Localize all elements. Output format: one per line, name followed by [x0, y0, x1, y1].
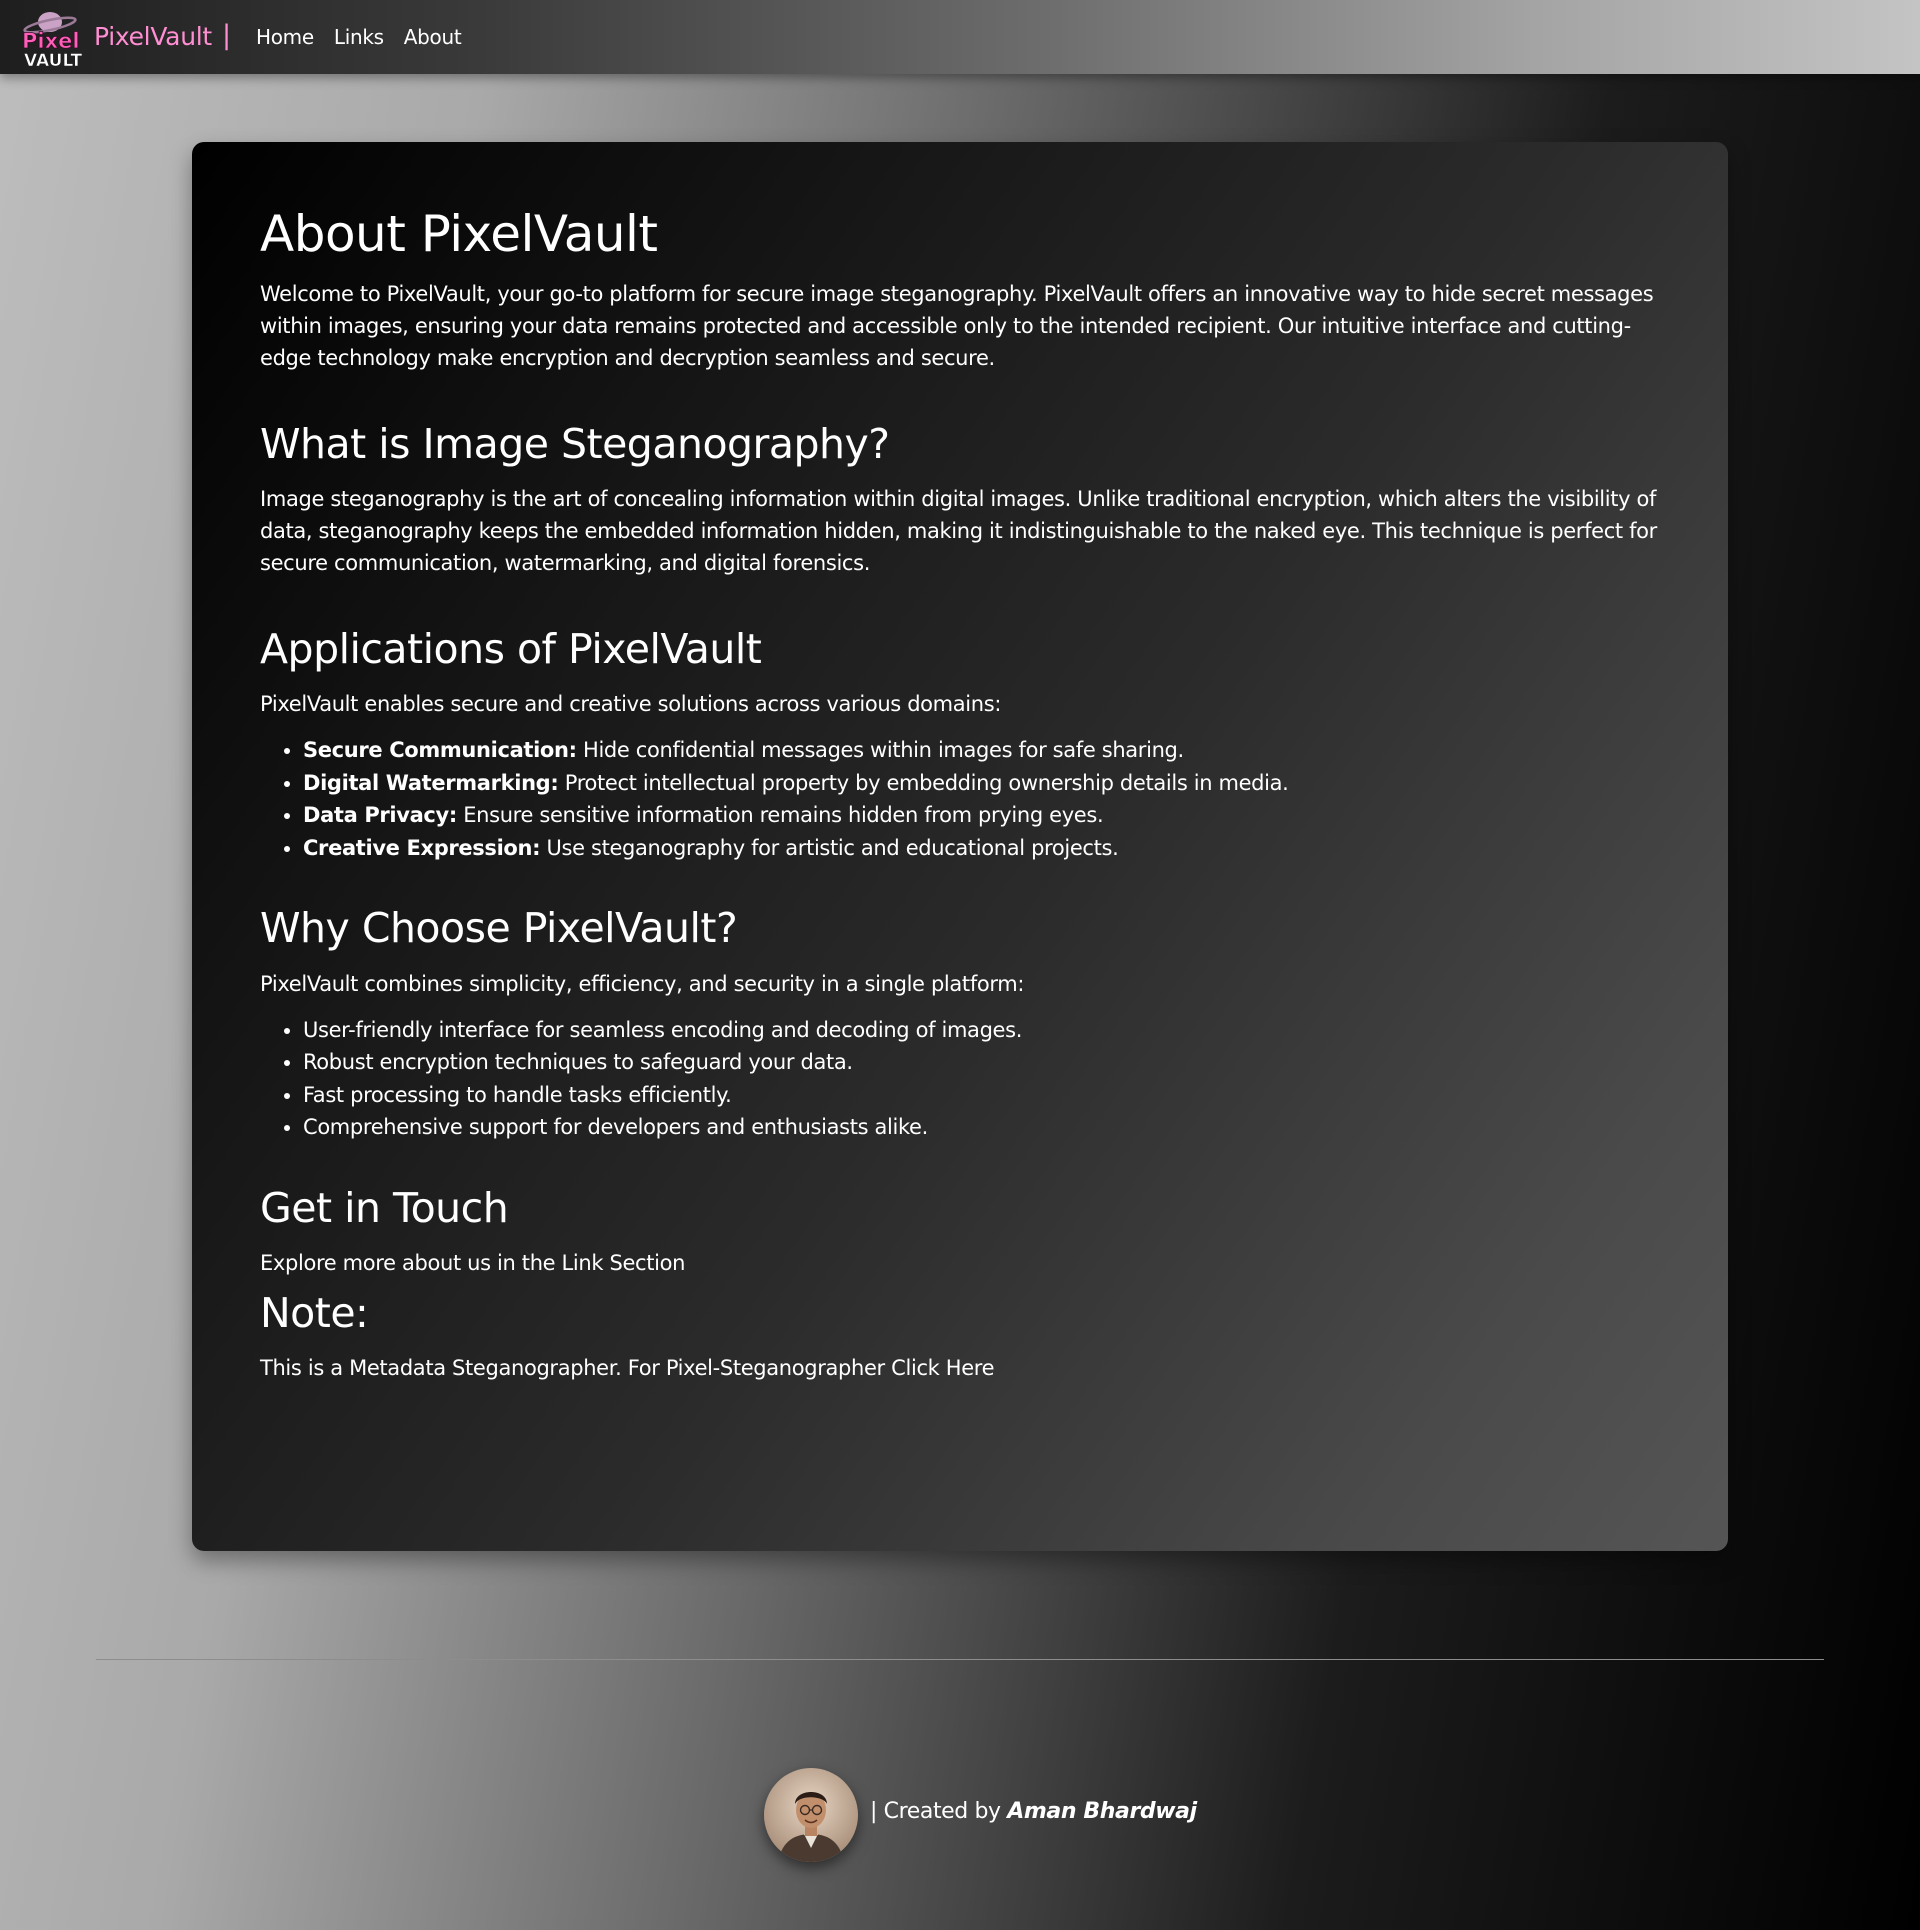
list-item: Fast processing to handle tasks efficien…: [303, 1079, 1662, 1112]
list-item-text: Protect intellectual property by embeddi…: [558, 770, 1289, 795]
list-item: Robust encryption techniques to safeguar…: [303, 1046, 1662, 1079]
about-card: About PixelVault Welcome to PixelVault, …: [192, 142, 1728, 1551]
nav-about[interactable]: About: [404, 25, 462, 49]
list-item: Data Privacy: Ensure sensitive informati…: [303, 799, 1662, 832]
list-item-label: Data Privacy:: [303, 803, 457, 828]
svg-text:Pixel: Pixel: [22, 29, 80, 53]
footer-divider: [96, 1659, 1824, 1660]
nav-links: Home Links About: [256, 25, 462, 49]
list-item: Digital Watermarking: Protect intellectu…: [303, 767, 1662, 800]
list-item-text: Hide confidential messages within images…: [576, 738, 1184, 763]
why-paragraph: PixelVault combines simplicity, efficien…: [260, 971, 1025, 996]
note-heading: Note:: [260, 1288, 369, 1337]
pixelvault-logo[interactable]: Pixel VAULT: [20, 10, 84, 71]
pixel-steganographer-link[interactable]: Click Here: [891, 1356, 994, 1380]
credit-prefix: | Created by: [870, 1799, 1008, 1824]
why-list: User-friendly interface for seamless enc…: [260, 1014, 1662, 1144]
brand-separator: |: [222, 20, 232, 51]
applications-list: Secure Communication: Hide confidential …: [260, 734, 1662, 864]
list-item-label: Creative Expression:: [303, 835, 541, 860]
note-text: This is a Metadata Steganographer. For P…: [260, 1355, 892, 1380]
note-paragraph: This is a Metadata Steganographer. For P…: [260, 1352, 1662, 1384]
what-heading: What is Image Steganography?: [260, 420, 890, 468]
navbar: Pixel VAULT PixelVault | Home Links Abou…: [0, 0, 1920, 74]
contact-link[interactable]: Explore more about us in the Link Sectio…: [260, 1251, 685, 1275]
list-item: User-friendly interface for seamless enc…: [303, 1014, 1662, 1047]
intro-paragraph: Welcome to PixelVault, your go-to platfo…: [260, 282, 1654, 370]
svg-text:VAULT: VAULT: [24, 51, 82, 68]
page-title: About PixelVault: [260, 205, 658, 263]
list-item: Comprehensive support for developers and…: [303, 1111, 1662, 1144]
author-name: Aman Bhardwaj: [1007, 1799, 1197, 1824]
applications-paragraph: PixelVault enables secure and creative s…: [260, 692, 1002, 717]
what-paragraph: Image steganography is the art of concea…: [260, 487, 1657, 576]
list-item-label: Secure Communication:: [303, 738, 577, 763]
list-item: Creative Expression: Use steganography f…: [303, 832, 1662, 865]
list-item-label: Digital Watermarking:: [303, 770, 559, 795]
nav-home[interactable]: Home: [256, 25, 314, 49]
applications-heading: Applications of PixelVault: [260, 625, 762, 674]
brand-link[interactable]: PixelVault: [94, 22, 212, 51]
list-item-text: Ensure sensitive information remains hid…: [456, 803, 1104, 828]
contact-paragraph: Explore more about us in the Link Sectio…: [260, 1247, 1662, 1279]
footer-credit: | Created by Aman Bhardwaj: [870, 1799, 1197, 1824]
list-item: Secure Communication: Hide confidential …: [303, 734, 1662, 767]
nav-links-item[interactable]: Links: [334, 25, 384, 49]
list-item-text: Use steganography for artistic and educa…: [540, 835, 1119, 860]
why-heading: Why Choose PixelVault?: [260, 904, 738, 953]
contact-heading: Get in Touch: [260, 1183, 509, 1232]
author-avatar: [764, 1768, 858, 1862]
